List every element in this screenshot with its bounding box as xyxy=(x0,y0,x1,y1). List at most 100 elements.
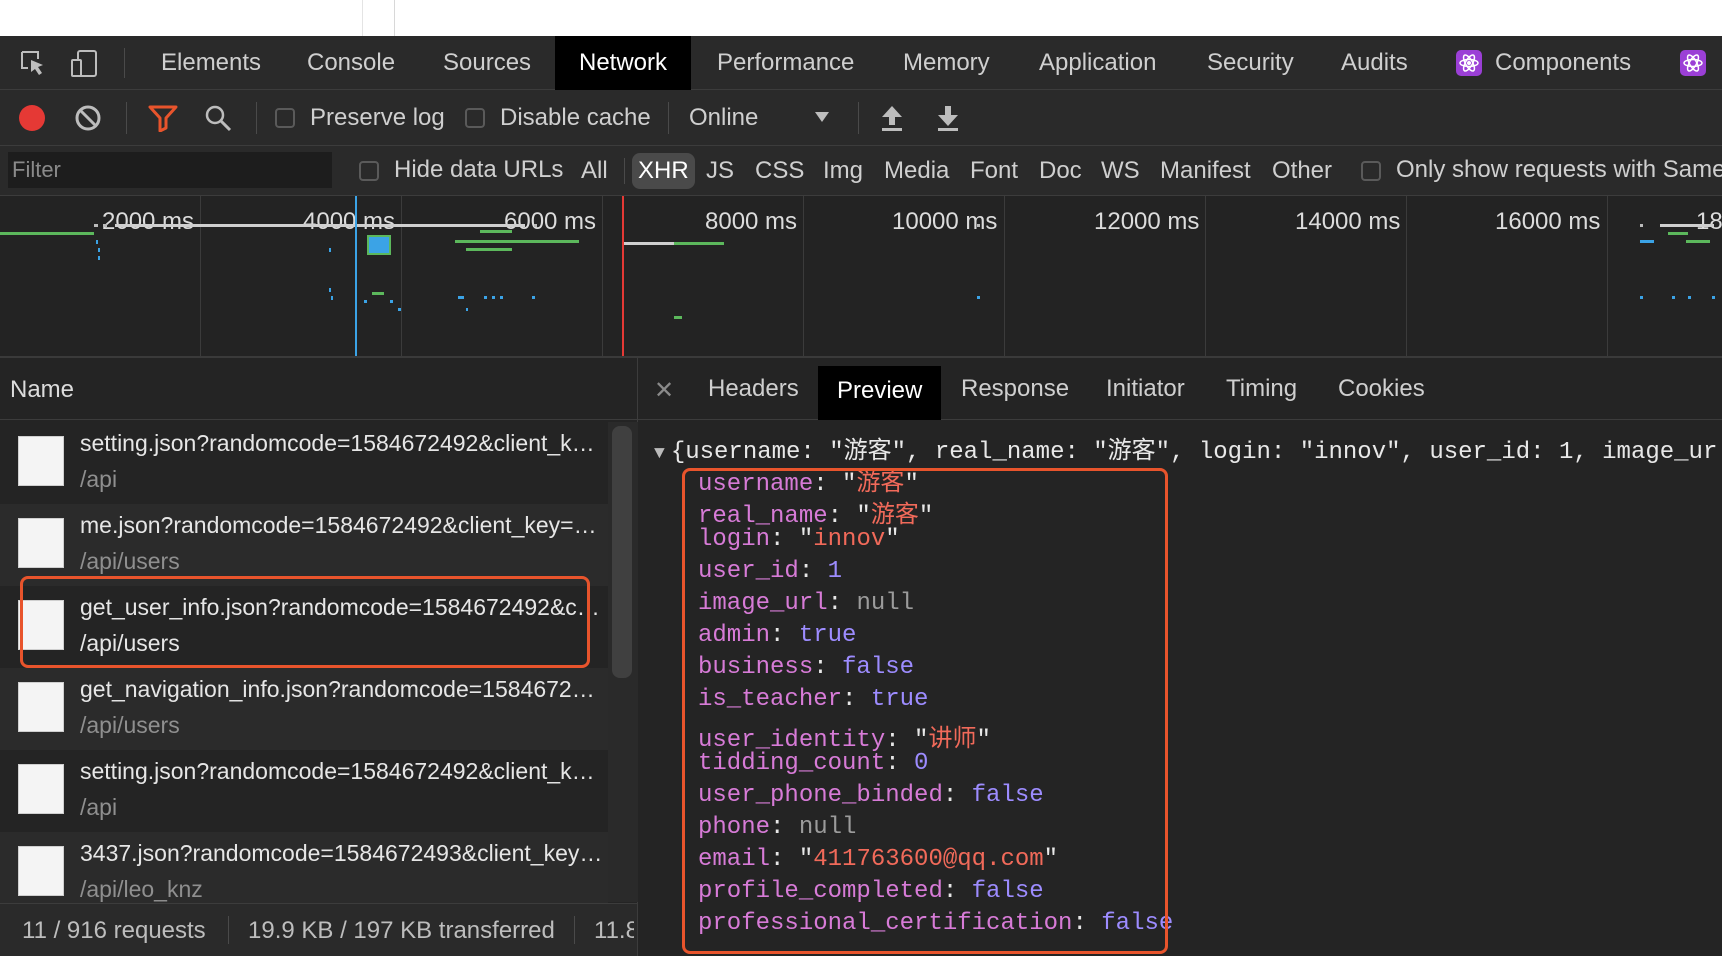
request-name: setting.json?randomcode=1584672492&clien… xyxy=(80,758,595,784)
filter-row: Hide data URLs All XHR JS CSS Img Media … xyxy=(0,146,1722,196)
clear-icon[interactable] xyxy=(74,104,102,132)
filter-type-manifest[interactable]: Manifest xyxy=(1160,153,1251,189)
filter-divider xyxy=(624,158,625,184)
json-summary[interactable]: ▼ {username: "游客", real_name: "游客", login… xyxy=(654,430,1717,466)
devtools-tab-bar: Elements Console Sources Network Perform… xyxy=(0,36,1722,90)
tab-timing[interactable]: Timing xyxy=(1226,358,1297,420)
page-strip xyxy=(0,0,1722,36)
filter-type-ws[interactable]: WS xyxy=(1101,153,1140,189)
tab-initiator[interactable]: Initiator xyxy=(1106,358,1185,420)
react-icon[interactable] xyxy=(1680,50,1706,76)
filter-type-media[interactable]: Media xyxy=(884,153,949,189)
toolbar-divider xyxy=(124,48,125,78)
same-site-label[interactable]: Only show requests with Same xyxy=(1396,156,1722,184)
dropdown-arrow-icon[interactable] xyxy=(814,110,830,124)
filter-type-xhr[interactable]: XHR xyxy=(632,153,695,189)
toolbar-divider xyxy=(256,102,257,134)
request-list-panel: Name setting.json?randomcode=1584672492&… xyxy=(0,358,638,903)
tab-headers[interactable]: Headers xyxy=(708,358,799,420)
page-divider xyxy=(362,0,363,36)
disable-cache-checkbox[interactable] xyxy=(465,108,485,128)
request-name: me.json?randomcode=1584672492&client_key… xyxy=(80,512,597,538)
hide-data-urls-label[interactable]: Hide data URLs xyxy=(394,156,563,184)
toolbar-divider xyxy=(126,102,127,134)
name-column-label: Name xyxy=(10,376,75,403)
file-icon xyxy=(18,846,64,896)
resources-size: 11.8 xyxy=(594,917,634,944)
filter-type-other[interactable]: Other xyxy=(1272,153,1332,189)
request-path: /api/users xyxy=(80,548,180,574)
request-path: /api/leo_knz xyxy=(80,876,203,902)
file-icon xyxy=(18,436,64,486)
filter-type-css[interactable]: CSS xyxy=(755,153,804,189)
request-row[interactable]: setting.json?randomcode=1584672492&clien… xyxy=(0,750,608,832)
toolbar-divider xyxy=(668,102,669,134)
tab-components[interactable]: Components xyxy=(1495,36,1631,90)
filter-type-doc[interactable]: Doc xyxy=(1039,153,1082,189)
throttle-select[interactable]: Online xyxy=(689,104,758,132)
scrollbar-thumb[interactable] xyxy=(612,426,632,678)
json-preview: ▼ {username: "游客", real_name: "游客", login… xyxy=(638,420,1722,956)
export-har-icon[interactable] xyxy=(936,104,960,132)
filter-icon[interactable] xyxy=(148,104,178,132)
request-detail-panel: ✕ Headers Preview Response Initiator Tim… xyxy=(638,358,1722,956)
filter-input[interactable] xyxy=(8,152,332,188)
detail-tab-bar: ✕ Headers Preview Response Initiator Tim… xyxy=(638,358,1722,420)
tab-elements[interactable]: Elements xyxy=(161,36,261,90)
record-icon[interactable] xyxy=(18,104,46,132)
search-icon[interactable] xyxy=(204,104,232,132)
tab-performance[interactable]: Performance xyxy=(717,36,854,90)
request-row[interactable]: me.json?randomcode=1584672492&client_key… xyxy=(0,504,608,586)
tab-response[interactable]: Response xyxy=(961,358,1069,420)
request-row[interactable]: 3437.json?randomcode=1584672493&client_k… xyxy=(0,832,608,903)
same-site-checkbox[interactable] xyxy=(1361,161,1381,181)
filter-type-js[interactable]: JS xyxy=(706,153,734,189)
tab-network[interactable]: Network xyxy=(555,36,692,90)
tab-preview[interactable]: Preview xyxy=(818,366,942,420)
timeline-overview[interactable]: 2000 ms 4000 ms 6000 ms 8000 ms 10000 ms… xyxy=(0,196,1722,358)
file-icon xyxy=(18,518,64,568)
request-path: /api xyxy=(80,794,118,820)
request-name: 3437.json?randomcode=1584672493&client_k… xyxy=(80,840,603,866)
name-column-header[interactable]: Name xyxy=(0,358,638,420)
tab-console[interactable]: Console xyxy=(307,36,395,90)
tab-audits[interactable]: Audits xyxy=(1341,36,1408,90)
file-icon xyxy=(18,764,64,814)
timeline-waterfall xyxy=(0,196,1715,356)
request-name: setting.json?randomcode=1584672492&clien… xyxy=(80,430,595,456)
file-icon xyxy=(18,682,64,732)
page-divider xyxy=(394,0,395,36)
import-har-icon[interactable] xyxy=(880,104,904,132)
highlight-box xyxy=(682,468,1168,954)
tab-memory[interactable]: Memory xyxy=(903,36,990,90)
status-divider xyxy=(574,916,575,944)
request-path: /api/users xyxy=(80,712,180,738)
preserve-log-label[interactable]: Preserve log xyxy=(310,104,445,132)
tab-sources[interactable]: Sources xyxy=(443,36,531,90)
expand-triangle-icon[interactable]: ▼ xyxy=(654,444,665,464)
filter-type-font[interactable]: Font xyxy=(970,153,1018,189)
device-toolbar-icon[interactable] xyxy=(70,48,100,78)
preserve-log-checkbox[interactable] xyxy=(275,108,295,128)
tab-security[interactable]: Security xyxy=(1207,36,1294,90)
request-path: /api xyxy=(80,466,118,492)
hide-data-urls-checkbox[interactable] xyxy=(359,161,379,181)
request-count: 11 / 916 requests xyxy=(22,917,206,944)
tab-cookies[interactable]: Cookies xyxy=(1338,358,1425,420)
highlight-box xyxy=(20,576,590,668)
request-row[interactable]: setting.json?randomcode=1584672492&clien… xyxy=(0,422,608,504)
react-icon xyxy=(1456,50,1482,76)
transferred-size: 19.9 KB / 197 KB transferred xyxy=(248,917,555,944)
filter-type-img[interactable]: Img xyxy=(823,153,863,189)
tab-application[interactable]: Application xyxy=(1039,36,1156,90)
toolbar-divider xyxy=(858,102,859,134)
request-name: get_navigation_info.json?randomcode=1584… xyxy=(80,676,595,702)
status-divider xyxy=(228,916,229,944)
close-icon[interactable]: ✕ xyxy=(654,376,674,405)
network-toolbar: Preserve log Disable cache Online xyxy=(0,90,1722,146)
disable-cache-label[interactable]: Disable cache xyxy=(500,104,651,132)
filter-type-all[interactable]: All xyxy=(581,153,608,189)
request-row[interactable]: get_navigation_info.json?randomcode=1584… xyxy=(0,668,608,750)
status-bar: 11 / 916 requests 19.9 KB / 197 KB trans… xyxy=(0,903,638,956)
inspect-element-icon[interactable] xyxy=(18,48,48,78)
